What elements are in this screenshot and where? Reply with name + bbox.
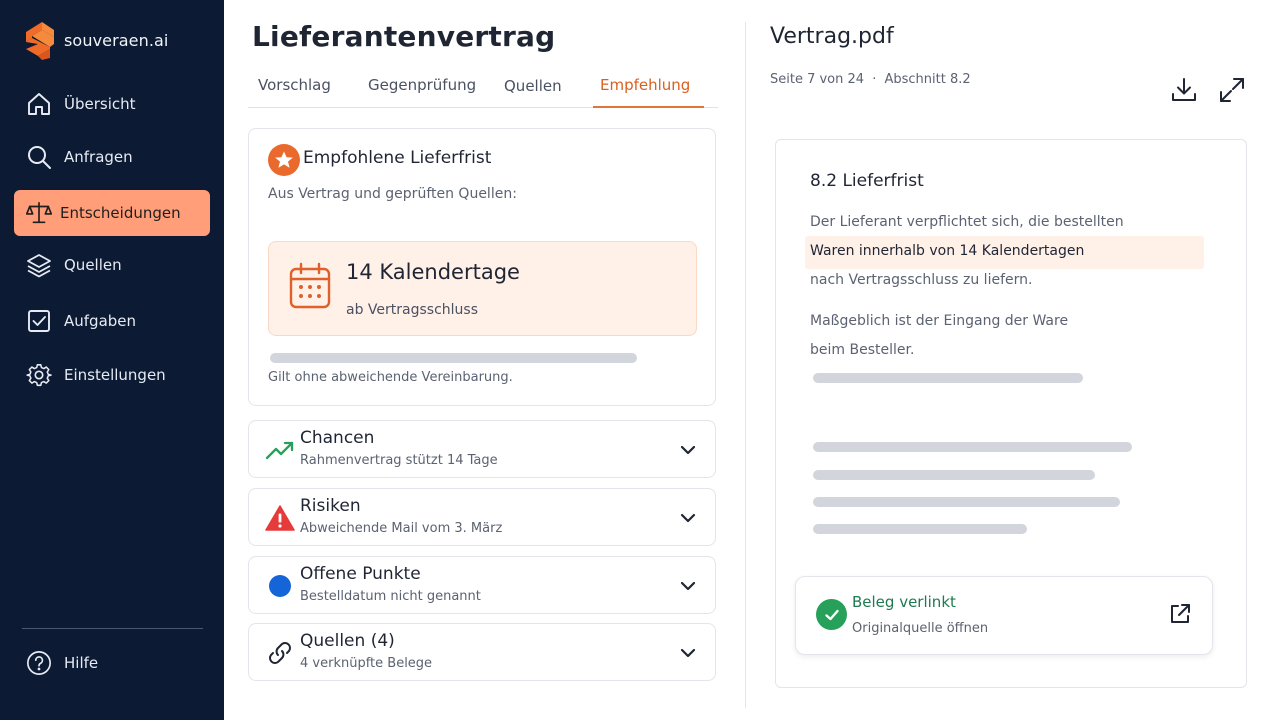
home-icon — [26, 91, 52, 117]
sidebar-item-aufgaben[interactable]: Aufgaben — [14, 298, 210, 344]
recommendation-title: Empfohlene Lieferfrist — [303, 148, 492, 168]
source-link-title: Beleg verlinkt — [852, 593, 956, 611]
sidebar-divider — [22, 628, 203, 629]
document-line: nach Vertragsschluss zu liefern. — [810, 272, 1033, 288]
sidebar-item-uebersicht[interactable]: Übersicht — [14, 81, 210, 127]
active-tab-indicator — [593, 106, 704, 108]
chevron-down-icon — [680, 513, 696, 523]
text-placeholder — [813, 497, 1120, 507]
document-line-highlighted: Waren innerhalb von 14 Kalendertagen — [810, 243, 1085, 259]
accordion-subtitle: Bestelldatum nicht genannt — [300, 589, 481, 604]
recommended-value: 14 Kalendertage — [346, 260, 520, 284]
dot-icon — [264, 571, 296, 601]
sidebar-item-hilfe[interactable]: Hilfe — [14, 640, 210, 686]
calendar-icon — [289, 262, 331, 309]
accordion-quellen[interactable]: Quellen (4) 4 verknüpfte Belege — [248, 623, 716, 681]
sidebar-item-label: Hilfe — [64, 654, 99, 672]
tab-vorschlag[interactable]: Vorschlag — [258, 76, 331, 94]
document-heading: 8.2 Lieferfrist — [810, 171, 924, 191]
recommended-value-note: ab Vertragsschluss — [346, 302, 478, 318]
accordion-chancen[interactable]: Chancen Rahmenvertrag stützt 14 Tage — [248, 420, 716, 478]
accordion-subtitle: Abweichende Mail vom 3. März — [300, 521, 503, 536]
download-icon[interactable] — [1170, 76, 1198, 104]
tab-quellen[interactable]: Quellen — [504, 77, 562, 95]
source-link-card[interactable]: Beleg verlinkt Originalquelle öffnen — [795, 576, 1213, 655]
document-meta: Seite 7 von 24 · Abschnitt 8.2 — [770, 72, 971, 87]
document-line: beim Besteller. — [810, 342, 915, 358]
sidebar-item-label: Einstellungen — [64, 366, 166, 384]
recommendation-card: Empfohlene Lieferfrist Aus Vertrag und g… — [248, 128, 716, 406]
meta-separator: · — [872, 72, 877, 87]
layers-icon — [26, 252, 52, 278]
document-line: Maßgeblich ist der Eingang der Ware — [810, 313, 1069, 329]
checkbox-icon — [26, 308, 52, 334]
sidebar-item-label: Übersicht — [64, 95, 136, 113]
recommendation-subtitle: Aus Vertrag und geprüften Quellen: — [268, 186, 517, 202]
brand-name: souveraen.ai — [64, 30, 169, 50]
search-icon — [26, 144, 52, 170]
chevron-down-icon — [680, 445, 696, 455]
sidebar-item-anfragen[interactable]: Anfragen — [14, 134, 210, 180]
text-placeholder — [813, 442, 1132, 452]
column-divider — [745, 22, 746, 708]
sidebar-item-entscheidungen[interactable]: Entscheidungen — [14, 190, 210, 236]
link-icon — [264, 638, 296, 668]
accordion-subtitle: Rahmenvertrag stützt 14 Tage — [300, 453, 498, 468]
document-section: Abschnitt 8.2 — [884, 72, 971, 87]
text-placeholder — [813, 524, 1027, 534]
recommendation-footer: Gilt ohne abweichende Vereinbarung. — [268, 370, 513, 385]
sidebar-item-label: Quellen — [64, 256, 122, 274]
accordion-offene-punkte[interactable]: Offene Punkte Bestelldatum nicht genannt — [248, 556, 716, 614]
sidebar-item-einstellungen[interactable]: Einstellungen — [14, 352, 210, 398]
star-icon — [268, 144, 300, 176]
accordion-title: Risiken — [300, 496, 361, 516]
accordion-subtitle: 4 verknüpfte Belege — [300, 656, 433, 671]
text-placeholder — [813, 470, 1095, 480]
logo-mark-icon — [26, 22, 54, 60]
external-link-icon[interactable] — [1168, 602, 1192, 626]
fullscreen-icon[interactable] — [1218, 76, 1246, 104]
chevron-down-icon — [680, 581, 696, 591]
text-placeholder — [270, 353, 637, 363]
document-page: Seite 7 von 24 — [770, 72, 865, 87]
tab-bar: Vorschlag Gegenprüfung Quellen Empfehlun… — [248, 66, 718, 108]
document-page-view: 8.2 Lieferfrist Der Lieferant verpflicht… — [775, 139, 1247, 688]
accordion-title: Offene Punkte — [300, 564, 421, 584]
sidebar-item-label: Anfragen — [64, 148, 133, 166]
sidebar-item-label: Entscheidungen — [60, 204, 181, 222]
tab-empfehlung[interactable]: Empfehlung — [600, 76, 690, 94]
text-placeholder — [813, 373, 1083, 383]
sidebar: souveraen.ai Übersicht Anfragen Entschei… — [0, 0, 224, 720]
document-title: Vertrag.pdf — [770, 24, 894, 49]
warning-icon — [264, 503, 296, 533]
check-circle-icon — [816, 599, 847, 630]
accordion-title: Chancen — [300, 428, 375, 448]
tab-gegenpruefung[interactable]: Gegenprüfung — [368, 76, 476, 94]
brand-logo[interactable]: souveraen.ai — [24, 20, 168, 60]
document-line: Der Lieferant verpflichtet sich, die bes… — [810, 214, 1124, 230]
page-title: Lieferantenvertrag — [252, 20, 556, 53]
recommended-value-box: 14 Kalendertage ab Vertragsschluss — [268, 241, 697, 336]
sidebar-item-quellen[interactable]: Quellen — [14, 242, 210, 288]
chevron-down-icon — [680, 648, 696, 658]
help-icon — [26, 650, 52, 676]
trend-up-icon — [264, 435, 296, 465]
source-link-subtitle: Originalquelle öffnen — [852, 621, 989, 636]
sidebar-item-label: Aufgaben — [64, 312, 137, 330]
scale-icon — [26, 200, 52, 226]
accordion-title: Quellen (4) — [300, 631, 395, 651]
accordion-risiken[interactable]: Risiken Abweichende Mail vom 3. März — [248, 488, 716, 546]
gear-icon — [26, 362, 52, 388]
